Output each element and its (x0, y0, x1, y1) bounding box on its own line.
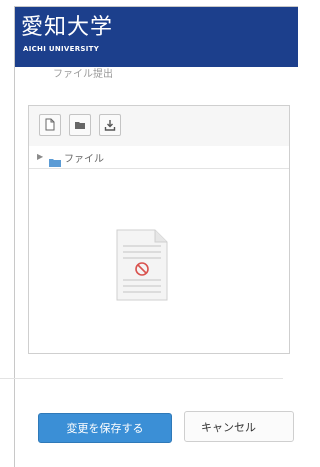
download-icon (104, 116, 116, 135)
download-button[interactable] (99, 114, 121, 136)
save-changes-button[interactable]: 変更を保存する (38, 413, 172, 443)
create-folder-button[interactable] (69, 114, 91, 136)
no-file-icon (115, 229, 169, 306)
expand-arrow-icon[interactable]: ▶ (37, 152, 43, 161)
section-title: ファイル提出 (53, 69, 113, 80)
footer-divider (0, 378, 283, 379)
folder-icon (49, 152, 61, 171)
create-folder-icon (74, 116, 86, 135)
add-file-button[interactable] (39, 114, 61, 136)
university-logo-english: AICHI UNIVERSITY (23, 45, 100, 53)
file-picker-toolbar (29, 106, 289, 147)
university-logo[interactable]: 愛知大学 (21, 15, 113, 41)
site-header: 愛知大学 AICHI UNIVERSITY (15, 7, 298, 67)
folder-path-label: ファイル (64, 154, 104, 165)
empty-file-area (115, 228, 169, 306)
folder-path[interactable]: ▶ ファイル (29, 146, 289, 169)
add-file-icon (44, 116, 56, 135)
cancel-button[interactable]: キャンセル (184, 411, 294, 442)
file-picker: ▶ ファイル (28, 105, 290, 354)
